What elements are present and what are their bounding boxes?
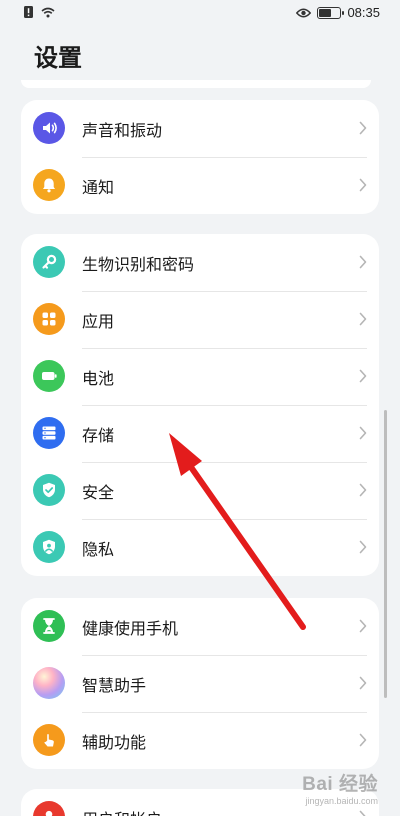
battery-icon <box>33 360 65 392</box>
eye-comfort-icon <box>296 8 312 17</box>
watermark-sub: jingyan.baidu.com <box>305 796 378 806</box>
settings-screen: 08:35 设置 声音和振动通知生物识别和密码 应用电池存储安全隐私健康使用手机智… <box>0 0 400 816</box>
settings-row-speaker[interactable]: 声音和振动 <box>21 100 379 157</box>
status-bar: 08:35 <box>0 0 400 28</box>
settings-row-storage[interactable]: 存储 <box>21 405 379 462</box>
chevron-right-icon <box>359 810 366 816</box>
settings-row-label: 隐私 <box>82 539 115 559</box>
settings-row-apps-grid[interactable]: 应用 <box>21 291 379 348</box>
chevron-right-icon <box>359 483 367 497</box>
chevron-right-icon <box>359 426 367 440</box>
settings-group-card: 健康使用手机 智慧助手辅助功能 <box>21 598 379 769</box>
settings-group-card: 声音和振动 通知 <box>21 100 379 214</box>
chevron-right-icon <box>359 121 367 135</box>
settings-row-shield-check[interactable]: 安全 <box>21 462 379 519</box>
settings-row-label: 智慧助手 <box>82 675 147 695</box>
chevron-right-icon <box>359 540 367 554</box>
storage-icon <box>33 417 65 449</box>
settings-row-hand[interactable]: 辅助功能 <box>21 712 379 769</box>
settings-row-privacy-shield[interactable]: 隐私 <box>21 519 379 576</box>
chevron-right-icon <box>359 676 367 690</box>
previous-group-card <box>21 80 371 88</box>
settings-row-battery[interactable]: 电池 <box>21 348 379 405</box>
assistant-orb-icon <box>33 667 65 699</box>
privacy-shield-icon <box>33 531 65 563</box>
key-icon <box>33 246 65 278</box>
settings-row-label: 存储 <box>82 425 115 445</box>
page-title: 设置 <box>34 44 82 72</box>
wifi-icon <box>41 7 55 17</box>
shield-check-icon <box>33 474 65 506</box>
settings-row-key[interactable]: 生物识别和密码 <box>21 234 379 291</box>
chevron-right-icon <box>359 312 367 326</box>
settings-row-label: 用户和帐户 <box>82 806 162 816</box>
settings-group-card: 生物识别和密码 应用电池存储安全隐私 <box>21 234 379 576</box>
hourglass-icon <box>33 610 65 642</box>
speaker-icon <box>33 112 65 144</box>
settings-row-hourglass[interactable]: 健康使用手机 <box>21 598 379 655</box>
chevron-right-icon <box>359 369 367 383</box>
settings-row-label: 生物识别和密码 <box>82 254 195 274</box>
settings-row-label: 安全 <box>82 482 115 502</box>
chevron-right-icon <box>359 733 367 747</box>
settings-row-label: 电池 <box>82 368 115 388</box>
user-icon <box>33 801 65 816</box>
watermark-main: Bai 经验 <box>302 774 378 795</box>
chevron-right-icon <box>359 255 367 269</box>
settings-row-label: 应用 <box>82 311 115 331</box>
settings-row-label: 辅助功能 <box>82 732 147 752</box>
scrollbar[interactable] <box>384 410 387 698</box>
watermark: Bai 经验 jingyan.baidu.com <box>302 769 378 806</box>
settings-row-label: 健康使用手机 <box>82 618 179 638</box>
status-time: 08:35 <box>347 5 380 20</box>
chevron-right-icon <box>359 178 367 192</box>
settings-row-label: 声音和振动 <box>82 120 163 140</box>
apps-grid-icon <box>33 303 65 335</box>
settings-row-assistant-orb[interactable]: 智慧助手 <box>21 655 379 712</box>
bell-icon <box>33 169 65 201</box>
hand-icon <box>33 724 65 756</box>
alert-notification-icon <box>24 6 33 18</box>
battery-status-icon <box>317 6 345 19</box>
settings-row-label: 通知 <box>82 177 115 197</box>
settings-row-bell[interactable]: 通知 <box>21 157 379 214</box>
chevron-right-icon <box>359 619 367 633</box>
